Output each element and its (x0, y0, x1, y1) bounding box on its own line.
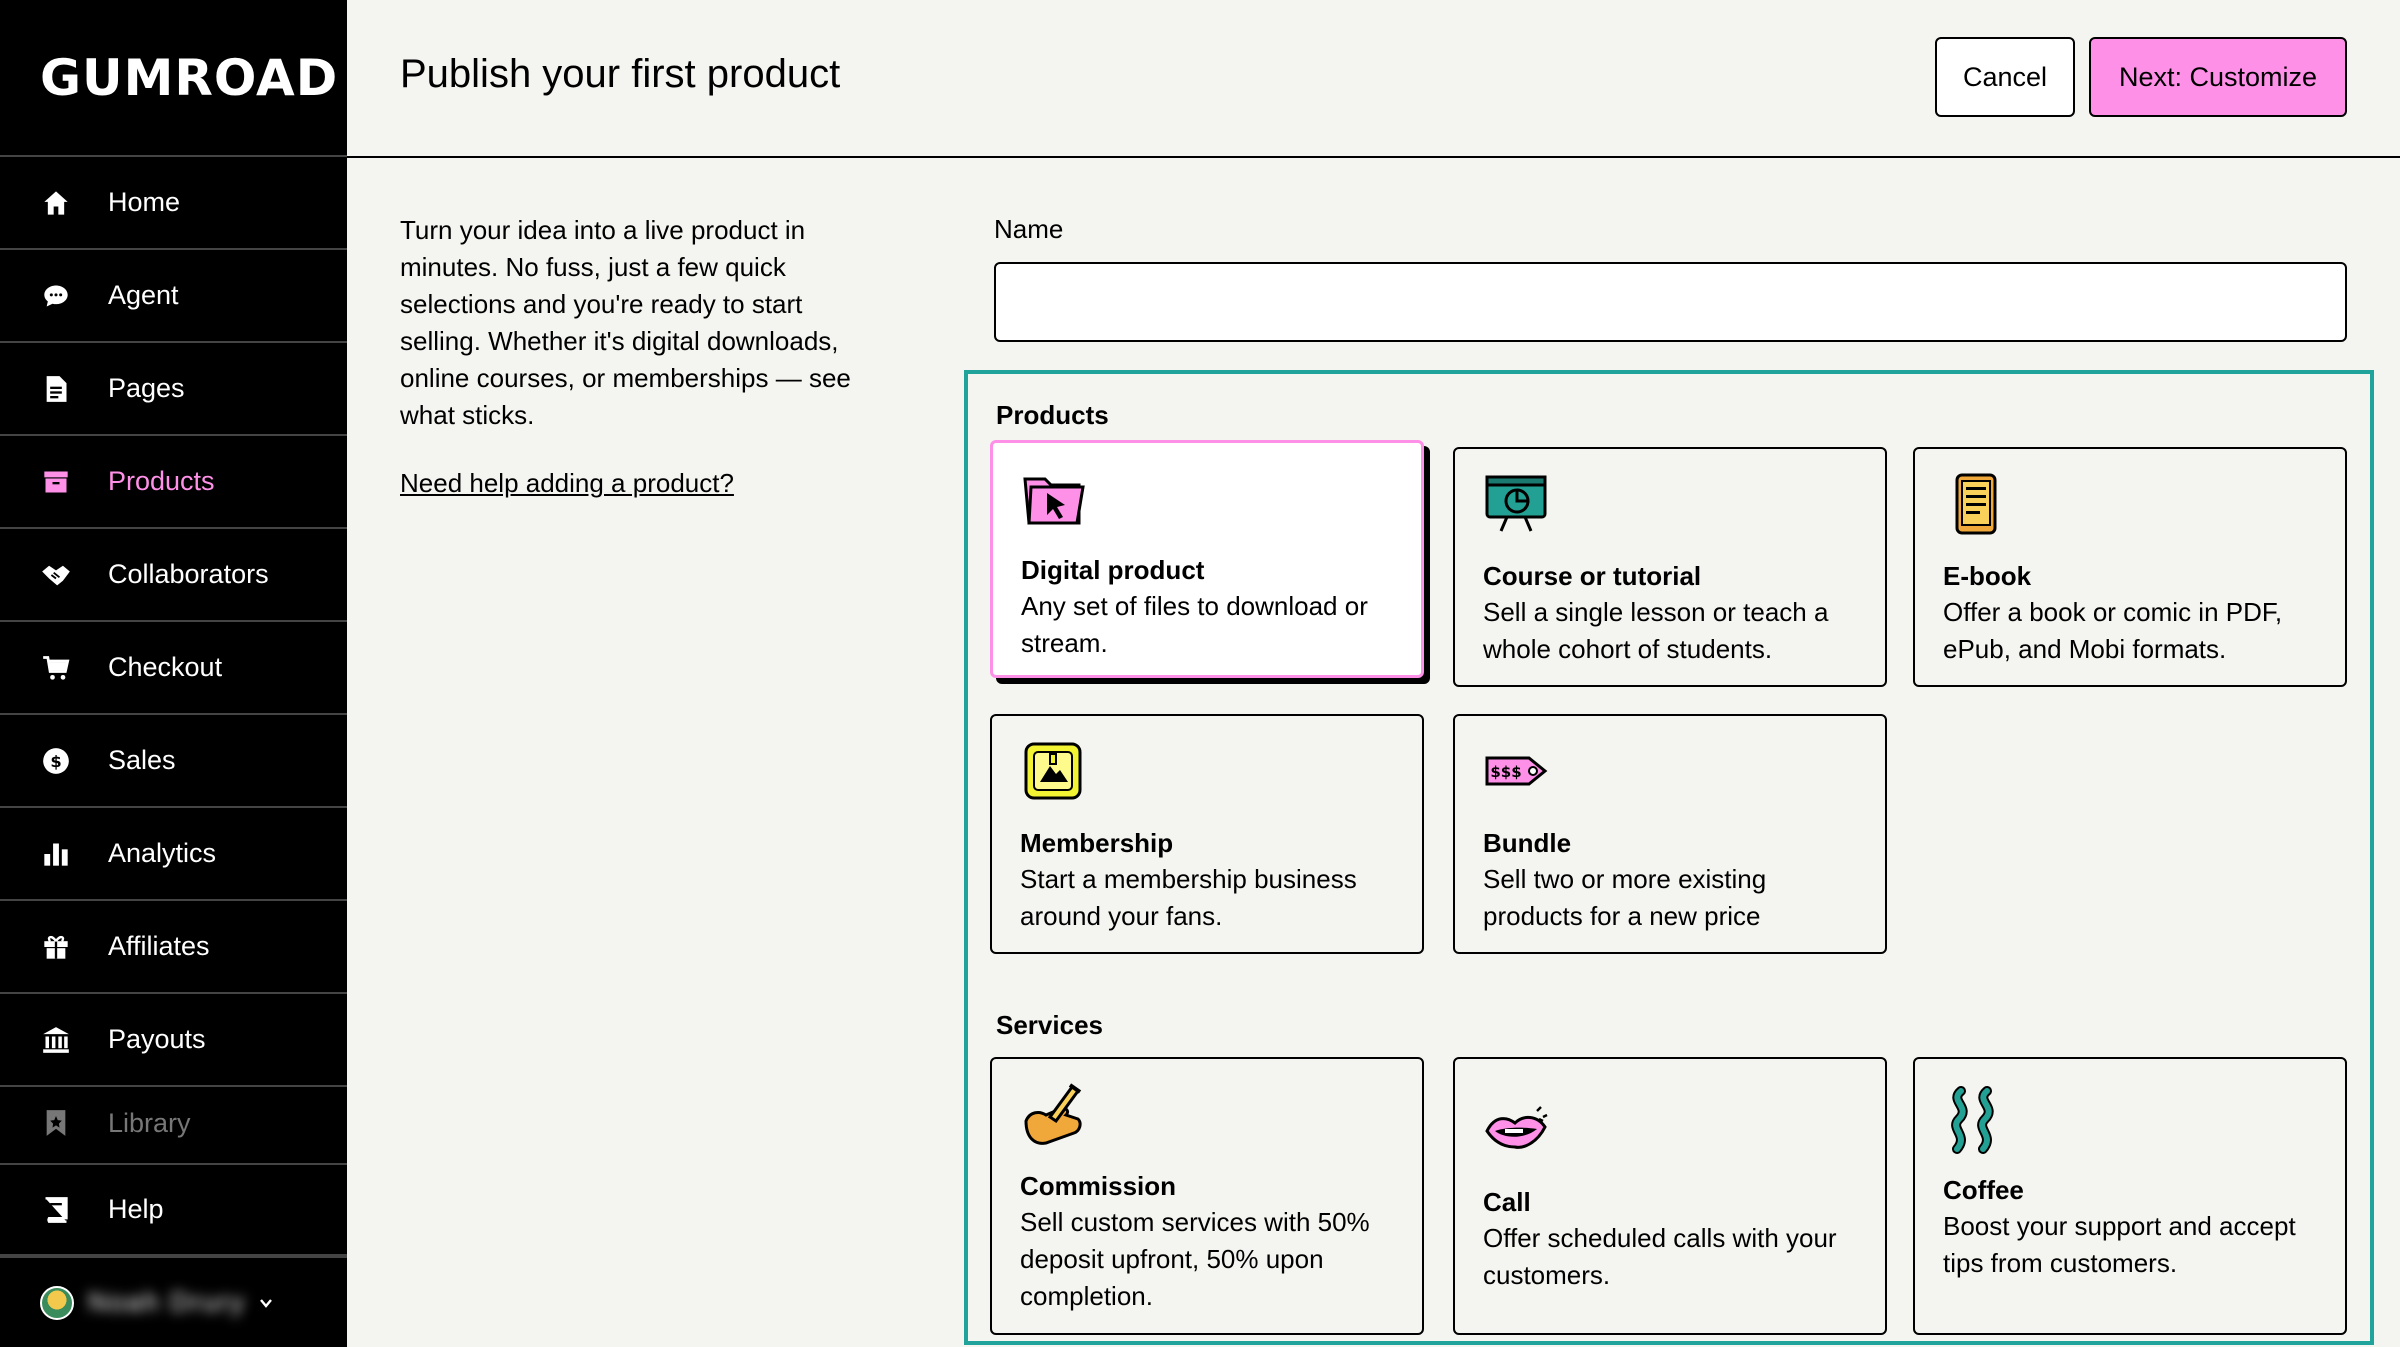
home-icon (40, 187, 72, 219)
sidebar-item-agent[interactable]: Agent (0, 250, 347, 343)
card-title: Coffee (1943, 1175, 2024, 1205)
folder-cursor-icon (1023, 477, 1085, 525)
card-title: E-book (1943, 561, 2032, 591)
card-desc: Start a membership business around your … (1020, 864, 1357, 931)
product-type-ebook[interactable]: E-book Offer a book or comic in PDF, ePu… (1913, 447, 2347, 687)
chevron-down-icon (260, 1298, 272, 1308)
sidebar-item-label: Checkout (108, 652, 223, 682)
card-desc: Offer a book or comic in PDF, ePub, and … (1943, 597, 2283, 664)
sidebar-item-label: Sales (108, 745, 176, 775)
handshake-icon (40, 559, 72, 591)
product-type-panel: Products Digital product Any set of file… (964, 370, 2374, 1345)
ebook-icon (1955, 473, 1997, 535)
chat-icon (40, 280, 72, 312)
presentation-board-icon (1485, 475, 1547, 532)
next-customize-button[interactable]: Next: Customize (2089, 37, 2347, 117)
sidebar-item-payouts[interactable]: Payouts (0, 994, 347, 1087)
product-type-membership[interactable]: Membership Start a membership business a… (990, 714, 1424, 954)
cancel-button[interactable]: Cancel (1935, 37, 2075, 117)
document-icon (40, 373, 72, 405)
sidebar-item-collaborators[interactable]: Collaborators (0, 529, 347, 622)
sidebar-item-label: Products (108, 466, 215, 496)
hand-pen-icon (1024, 1083, 1082, 1145)
sidebar-item-sales[interactable]: $ Sales (0, 715, 347, 808)
service-type-coffee[interactable]: Coffee Boost your support and accept tip… (1913, 1057, 2347, 1335)
card-title: Call (1483, 1187, 1531, 1217)
services-section-label: Services (996, 1010, 1103, 1040)
logo-text: GUMROAD (40, 48, 339, 107)
svg-text:$$$: $$$ (1490, 763, 1521, 781)
card-desc: Any set of files to download or stream. (1021, 591, 1368, 658)
card-desc: Sell two or more existing products for a… (1483, 864, 1767, 931)
sidebar-item-help[interactable]: Help (0, 1163, 347, 1256)
sidebar-item-label: Payouts (108, 1024, 206, 1054)
card-title: Commission (1020, 1171, 1177, 1201)
gumroad-logo[interactable]: GUMROAD (0, 0, 347, 157)
card-title: Bundle (1483, 828, 1572, 858)
sidebar-item-analytics[interactable]: Analytics (0, 808, 347, 901)
svg-text:$: $ (50, 751, 61, 770)
sidebar-item-pages[interactable]: Pages (0, 343, 347, 436)
user-name: Noah Drury (88, 1287, 247, 1317)
sidebar-item-label: Home (108, 187, 181, 217)
help-link[interactable]: Need help adding a product? (400, 468, 734, 499)
sidebar-item-label: Agent (108, 280, 179, 310)
sidebar-item-label: Affiliates (108, 931, 210, 961)
sidebar-item-affiliates[interactable]: Affiliates (0, 901, 347, 994)
sidebar-item-checkout[interactable]: Checkout (0, 622, 347, 715)
intro-text: Turn your idea into a live product in mi… (400, 215, 851, 430)
product-type-course[interactable]: Course or tutorial Sell a single lesson … (1453, 447, 1887, 687)
sidebar-item-label: Help (108, 1194, 164, 1224)
product-type-digital[interactable]: Digital product Any set of files to down… (990, 440, 1424, 678)
book-icon (40, 1194, 72, 1226)
name-input[interactable] (994, 262, 2347, 342)
product-type-bundle[interactable]: $$$ Bundle Sell two or more existing pro… (1453, 714, 1887, 954)
lips-icon (1485, 1106, 1548, 1149)
name-label: Name (994, 214, 1064, 244)
sidebar-item-products[interactable]: Products (0, 436, 347, 529)
sidebar-item-home[interactable]: Home (0, 157, 347, 250)
sidebar-item-label: Analytics (108, 838, 217, 868)
card-desc: Sell a single lesson or teach a whole co… (1483, 597, 1829, 664)
dollar-circle-icon: $ (40, 745, 72, 777)
cart-icon (40, 652, 72, 684)
user-menu[interactable]: Noah Drury (0, 1256, 347, 1347)
bookmark-icon (40, 1107, 72, 1139)
gift-icon (40, 931, 72, 963)
sidebar-item-library[interactable]: Library (0, 1087, 347, 1159)
sidebar: GUMROAD Home Agent Pages Products Collab… (0, 0, 347, 1347)
card-title: Course or tutorial (1483, 561, 1702, 591)
archive-icon (40, 466, 72, 498)
sidebar-item-label: Pages (108, 373, 185, 403)
membership-card-icon (1024, 742, 1082, 800)
card-desc: Boost your support and accept tips from … (1943, 1211, 2296, 1278)
card-title: Membership (1020, 828, 1174, 858)
price-tag-icon: $$$ (1485, 756, 1548, 786)
page-title: Publish your first product (400, 52, 841, 96)
products-section-label: Products (996, 400, 1109, 430)
card-title: Digital product (1021, 555, 1205, 585)
sidebar-item-label: Library (108, 1107, 191, 1138)
steam-icon (1951, 1086, 1994, 1154)
card-desc: Offer scheduled calls with your customer… (1483, 1223, 1837, 1290)
bar-chart-icon (40, 838, 72, 870)
bank-icon (40, 1024, 72, 1056)
page-header: Publish your first product Cancel Next: … (347, 0, 2400, 158)
card-desc: Sell custom services with 50% deposit up… (1020, 1207, 1370, 1311)
service-type-call[interactable]: Call Offer scheduled calls with your cus… (1453, 1057, 1887, 1335)
service-type-commission[interactable]: Commission Sell custom services with 50%… (990, 1057, 1424, 1335)
sidebar-item-label: Collaborators (108, 559, 269, 589)
avatar (40, 1285, 74, 1320)
